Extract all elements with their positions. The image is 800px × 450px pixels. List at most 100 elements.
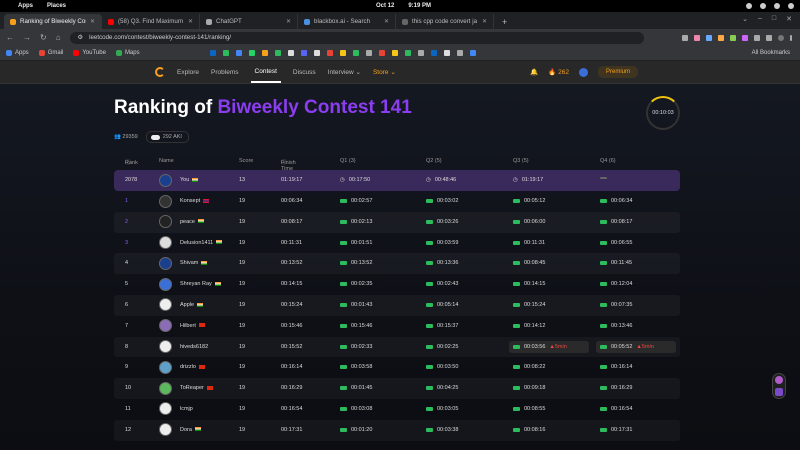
table-row[interactable]: 4 Shivam 19 00:13:52 00:13:52 00:13:36 00:08:4…: [114, 253, 680, 275]
q1-cell[interactable]: 00:02:35: [340, 281, 372, 287]
forward-icon[interactable]: →: [23, 33, 31, 42]
q1-cell[interactable]: 00:02:13: [340, 219, 372, 225]
q4-cell[interactable]: 00:13:46: [600, 323, 632, 329]
bookmark-icon[interactable]: [352, 50, 359, 56]
user-avatar[interactable]: [578, 67, 588, 77]
bookmark-icon[interactable]: [469, 50, 476, 56]
table-row[interactable]: 8 hiveds6182 19 00:15:52 00:02:33 00:02:25 00:…: [114, 336, 680, 358]
q2-cell[interactable]: 00:03:05: [426, 406, 458, 412]
bookmark-icon[interactable]: [430, 50, 437, 56]
chrome-tray-icon[interactable]: [746, 3, 752, 9]
q3-cell[interactable]: 00:08:22: [513, 364, 545, 370]
nav-explore[interactable]: Explore: [177, 69, 199, 76]
q3-cell[interactable]: ◷ 01:19:17: [513, 177, 543, 183]
tab-close-icon[interactable]: ✕: [286, 18, 291, 25]
tab-close-icon[interactable]: ✕: [482, 18, 487, 25]
bookmark-icon[interactable]: [261, 50, 268, 56]
bookmark-icon[interactable]: [456, 50, 463, 56]
user-name[interactable]: Delusion1411: [180, 240, 223, 246]
notification-bell-icon[interactable]: 🔔: [530, 68, 538, 76]
browser-tab[interactable]: (58) Q3. Find Maximum R ✕: [102, 14, 200, 29]
q1-cell[interactable]: 00:01:43: [340, 302, 372, 308]
q4-cell[interactable]: 00:05:52 ▲5min: [596, 340, 676, 353]
user-name[interactable]: peace: [180, 219, 204, 225]
browser-tab[interactable]: ChatGPT ✕: [200, 14, 298, 29]
q3-cell[interactable]: 00:15:24: [513, 302, 545, 308]
extension-icon[interactable]: [706, 34, 712, 41]
q3-cell[interactable]: 00:05:12: [513, 198, 545, 204]
github-icon[interactable]: [443, 50, 450, 56]
q1-cell[interactable]: ◷ 00:17:50: [340, 177, 370, 183]
q3-cell[interactable]: 00:08:45: [513, 260, 545, 266]
q1-cell[interactable]: 00:01:51: [340, 240, 372, 246]
table-row[interactable]: 6 Apple 19 00:15:24 00:01:43 00:05:14 00:15:24…: [114, 294, 680, 316]
q2-cell[interactable]: 00:02:25: [426, 344, 458, 350]
power-icon[interactable]: [788, 3, 794, 9]
menu-kebab-icon[interactable]: [790, 34, 792, 41]
extension-icon[interactable]: [718, 34, 724, 41]
user-avatar[interactable]: [159, 340, 172, 354]
user-name[interactable]: Shivam: [180, 260, 208, 266]
all-bookmarks[interactable]: All Bookmarks: [752, 50, 790, 56]
bookmark-maps[interactable]: Maps: [115, 50, 140, 56]
q2-cell[interactable]: 00:13:36: [426, 260, 458, 266]
user-avatar[interactable]: [159, 215, 172, 229]
close-window-icon[interactable]: ✕: [786, 15, 792, 23]
widget-icon[interactable]: [775, 388, 783, 396]
q4-cell[interactable]: 00:16:29: [600, 385, 632, 391]
bookmark-icon[interactable]: [300, 50, 307, 56]
header-finish-time[interactable]: Finish Time ⓘ: [281, 158, 296, 172]
streak-counter[interactable]: 🔥 262: [548, 68, 569, 76]
tab-close-icon[interactable]: ✕: [90, 18, 95, 25]
os-clock[interactable]: Oct 12 9:19 PM: [376, 3, 431, 9]
q4-cell[interactable]: 00:17:31: [600, 427, 632, 433]
user-avatar[interactable]: [159, 360, 172, 374]
user-name[interactable]: ToReaper: [180, 385, 213, 391]
user-name[interactable]: You: [180, 177, 199, 183]
tab-close-icon[interactable]: ✕: [384, 18, 389, 25]
bookmark-icon[interactable]: [404, 50, 411, 56]
bookmark-icon[interactable]: [274, 50, 281, 56]
bookmark-icon[interactable]: [417, 50, 424, 56]
q3-cell[interactable]: 00:08:55: [513, 406, 545, 412]
q4-cell[interactable]: 00:06:34: [600, 198, 632, 204]
q4-cell[interactable]: 00:07:35: [600, 302, 632, 308]
q2-cell[interactable]: 00:04:25: [426, 385, 458, 391]
bookmark-icon[interactable]: [378, 50, 385, 56]
user-avatar[interactable]: [159, 423, 172, 437]
q1-cell[interactable]: 00:02:57: [340, 198, 372, 204]
q4-cell[interactable]: 00:16:54: [600, 406, 632, 412]
bookmark-apps[interactable]: Apps: [6, 50, 29, 56]
bookmark-icon[interactable]: [365, 50, 372, 56]
maximize-icon[interactable]: □: [772, 15, 776, 23]
volume-icon[interactable]: [774, 3, 780, 9]
leetcode-logo-icon[interactable]: [155, 67, 165, 77]
table-row[interactable]: 9 drizzlo 19 00:16:14 00:03:58 00:03:50 00:08:…: [114, 357, 680, 378]
aki-badge[interactable]: 292 AKI: [145, 131, 189, 143]
q3-cell[interactable]: 00:06:00: [513, 219, 545, 225]
browser-tab[interactable]: blackbox.ai - Search ✕: [298, 14, 396, 29]
q4-cell[interactable]: [600, 177, 607, 179]
floating-widget[interactable]: [772, 373, 786, 399]
nav-discuss[interactable]: Discuss: [293, 69, 316, 76]
tab-search-icon[interactable]: ⌄: [742, 15, 748, 23]
q1-cell[interactable]: 00:03:58: [340, 364, 372, 370]
q4-cell[interactable]: 00:08:17: [600, 219, 632, 225]
q4-cell[interactable]: 00:16:14: [600, 364, 632, 370]
bookmark-icon[interactable]: [235, 50, 242, 56]
network-icon[interactable]: [760, 3, 766, 9]
premium-button[interactable]: Premium: [597, 66, 638, 78]
extension-icon[interactable]: [766, 34, 772, 41]
user-name[interactable]: Dora: [180, 427, 201, 433]
q3-cell[interactable]: 00:08:16: [513, 427, 545, 433]
new-tab-button[interactable]: +: [494, 17, 515, 29]
user-name[interactable]: Konsept: [180, 198, 210, 204]
whatsapp-icon[interactable]: [248, 50, 255, 56]
q4-cell[interactable]: 00:11:45: [600, 260, 632, 266]
nav-interview[interactable]: Interview ⌄: [328, 68, 361, 76]
tab-close-icon[interactable]: ✕: [188, 18, 193, 25]
header-rank[interactable]: Rank ⓘ: [125, 158, 138, 166]
bookmark-icon[interactable]: [222, 50, 229, 56]
linkedin-icon[interactable]: [209, 50, 216, 56]
my-ranking-row[interactable]: 2078 You 13 01:19:17 ◷ 00:17:50 ◷ 00:48:46 ◷ 01:1…: [114, 170, 680, 191]
